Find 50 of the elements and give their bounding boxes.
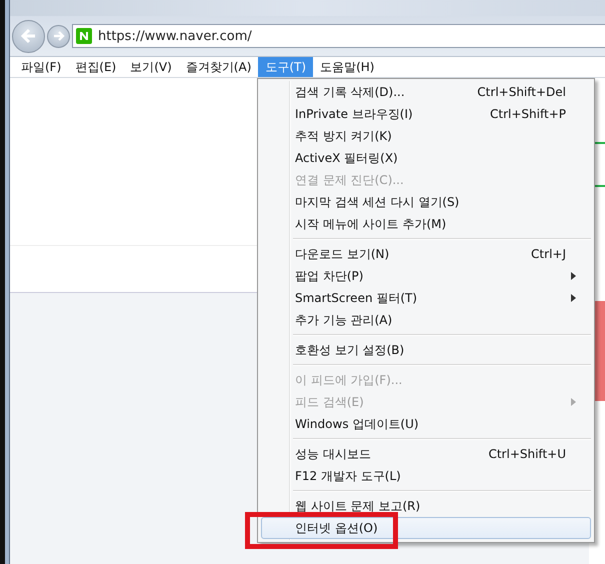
menu-item[interactable]: 추가 기능 관리(A)	[261, 309, 591, 331]
menu-item-label: 시작 메뉴에 사이트 추가(M)	[295, 216, 448, 232]
menu-item-label: 추가 기능 관리(A)	[295, 312, 394, 328]
menu-item-label: 이 피드에 가입(F)...	[295, 372, 404, 388]
menu-item[interactable]: Windows 업데이트(U)	[261, 413, 591, 435]
menu-item[interactable]: 시작 메뉴에 사이트 추가(M)	[261, 213, 591, 235]
forward-button[interactable]	[47, 24, 70, 48]
menu-item-label: Windows 업데이트(U)	[295, 416, 420, 432]
menu-item-label: 인터넷 옵션(O)	[295, 520, 379, 536]
menu-item[interactable]: 성능 대시보드 Ctrl+Shift+U	[261, 443, 591, 465]
shortcut-text: Ctrl+J	[531, 247, 566, 261]
menu-item-label: 추적 방지 켜기(K)	[295, 128, 393, 144]
menu-item[interactable]: InPrivate 브라우징(I) Ctrl+Shift+P	[261, 103, 591, 125]
menu-item-label: 다운로드 보기(N)	[295, 246, 390, 262]
shortcut-text: Ctrl+Shift+P	[490, 107, 566, 121]
menu-item-label: SmartScreen 필터(T)	[295, 290, 418, 306]
shortcut-text: Ctrl+Shift+Del	[477, 85, 566, 99]
shortcut-text: Ctrl+Shift+U	[488, 447, 566, 461]
menu-item[interactable]: 인터넷 옵션(O)	[261, 517, 591, 539]
address-field[interactable]: https://www.naver.com/	[72, 24, 605, 48]
menu-item[interactable]: SmartScreen 필터(T)	[261, 287, 591, 309]
menu-item-label: 팝업 차단(P)	[295, 268, 364, 284]
menu-item-label: 마지막 검색 세션 다시 열기(S)	[295, 194, 460, 210]
menu-item-label: F12 개발자 도구(L)	[295, 468, 402, 484]
menu-item[interactable]: 마지막 검색 세션 다시 열기(S)	[261, 191, 591, 213]
menu-bar-item[interactable]: 즐겨찾기(A)	[178, 57, 258, 77]
menu-item[interactable]: 호환성 보기 설정(B)	[261, 339, 591, 361]
menu-item[interactable]: 검색 기록 삭제(D)... Ctrl+Shift+Del	[261, 81, 591, 103]
menu-item[interactable]: F12 개발자 도구(L)	[261, 465, 591, 487]
menu-item-label: 피드 검색(E)	[295, 394, 365, 410]
url-text: https://www.naver.com/	[98, 28, 252, 44]
menu-bar-item[interactable]: 보기(V)	[123, 57, 179, 77]
menu-item[interactable]: 추적 방지 켜기(K)	[261, 125, 591, 147]
menu-item-label: ActiveX 필터링(X)	[295, 150, 399, 166]
menu-item-label: InPrivate 브라우징(I)	[295, 106, 414, 122]
menu-item[interactable]: 팝업 차단(P)	[261, 265, 591, 287]
menu-item-label: 성능 대시보드	[295, 446, 372, 462]
menu-bar-item[interactable]: 편집(E)	[68, 57, 124, 77]
menu-item[interactable]: ActiveX 필터링(X)	[261, 147, 591, 169]
menu-item-label: 호환성 보기 설정(B)	[295, 342, 406, 358]
menu-item-label: 웹 사이트 문제 보고(R)	[295, 498, 422, 514]
right-arrow-icon	[52, 29, 66, 43]
menu-item[interactable]: 다운로드 보기(N) Ctrl+J	[261, 243, 591, 265]
menu-item-label: 연결 문제 진단(C)...	[295, 172, 405, 188]
menu-item-label: 검색 기록 삭제(D)...	[295, 84, 406, 100]
menu-item[interactable]: 웹 사이트 문제 보고(R)	[261, 495, 591, 517]
site-favicon-icon	[76, 28, 92, 44]
menu-bar-item[interactable]: 도움말(H)	[313, 57, 382, 77]
menu-bar-item[interactable]: 파일(F)	[14, 57, 68, 77]
back-button[interactable]	[12, 20, 45, 52]
